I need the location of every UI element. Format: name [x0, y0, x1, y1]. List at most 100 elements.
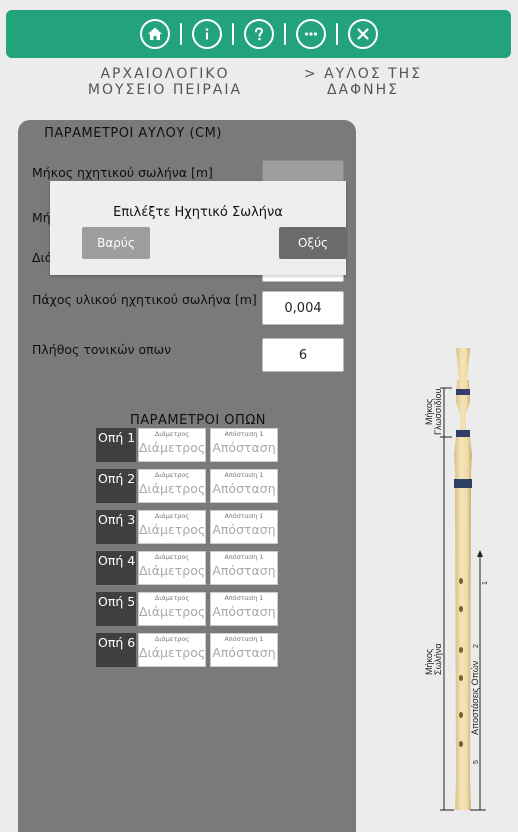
museum-line-2: ΜΟΥΣΕΙΟ ΠΕΙΡΑΙΑ [87, 82, 243, 98]
breadcrumb-current: > ΑΥΛΟΣ ΤΗΣ ΔΑΦΝΗΣ [288, 66, 438, 98]
hole-distance-input[interactable]: Απόσταση 1 Απόσταση [210, 428, 278, 462]
distance-placeholder: Απόσταση [212, 563, 276, 578]
distance-placeholder: Απόσταση [212, 440, 276, 455]
hole-diameter-input[interactable]: Διάμετρος Διάμετρος [138, 469, 206, 503]
diameter-caption: Διάμετρος [154, 512, 190, 520]
tick-label-2: 2 [473, 644, 480, 648]
arrow-up [477, 550, 483, 557]
distance-caption: Απόσταση 1 [224, 594, 264, 602]
hole-row: Οπή 2 Διάμετρος Διάμετρος Απόσταση 1 Από… [96, 469, 301, 505]
low-tube-button[interactable]: Βαρύς [82, 227, 150, 259]
current-line-1: > ΑΥΛΟΣ ΤΗΣ [303, 66, 423, 82]
diameter-caption: Διάμετρος [154, 635, 190, 643]
tube-length-label: Μήκος ηχητικού σωλήνα [m] [32, 165, 213, 180]
hole-5 [459, 712, 463, 718]
hole-row: Οπή 6 Διάμετρος Διάμετρος Απόσταση 1 Από… [96, 633, 301, 669]
more-button[interactable] [295, 19, 326, 49]
dialog-title: Επιλέξτε Ηχητικό Σωλήνα [113, 205, 283, 220]
diameter-placeholder: Διάμετρος [139, 563, 206, 578]
toolbar-separator [231, 23, 234, 45]
breadcrumb-museum[interactable]: ΑΡΧΑΙΟΛΟΓΙΚΟ ΜΟΥΣΕΙΟ ΠΕΙΡΑΙΑ [60, 66, 270, 98]
current-line-2: ΔΑΦΝΗΣ [326, 82, 400, 98]
hole-row: Οπή 4 Διάμετρος Διάμετρος Απόσταση 1 Από… [96, 551, 301, 587]
tick-label-5: 5 [473, 760, 480, 764]
help-button[interactable] [243, 19, 274, 49]
row2-label: Μή [32, 210, 51, 225]
hole-row: Οπή 3 Διάμετρος Διάμετρος Απόσταση 1 Από… [96, 510, 301, 546]
panel-title: ΠΑΡΑΜΕΤΡΟΙ ΑΥΛΟΥ (CM) [44, 126, 222, 141]
museum-line-1: ΑΡΧΑΙΟΛΟΓΙΚΟ [100, 66, 230, 82]
diameter-caption: Διάμετρος [154, 430, 190, 438]
toolbar-separator [179, 23, 182, 45]
info-button[interactable] [191, 19, 222, 49]
distance-caption: Απόσταση 1 [224, 471, 264, 479]
hole-6 [459, 741, 463, 747]
thickness-input[interactable]: 0,004 [262, 291, 344, 325]
hole-diameter-input[interactable]: Διάμετρος Διάμετρος [138, 592, 206, 626]
diameter-caption: Διάμετρος [154, 471, 190, 479]
close-icon [356, 28, 369, 40]
hole-label: Οπή 3 [96, 510, 136, 544]
hole-label: Οπή 6 [96, 633, 136, 667]
distance-caption: Απόσταση 1 [224, 635, 264, 643]
info-icon [205, 28, 208, 40]
distance-caption: Απόσταση 1 [224, 553, 264, 561]
high-tube-button[interactable]: Οξύς [279, 227, 347, 259]
hole-distance-input[interactable]: Απόσταση 1 Απόσταση [210, 551, 278, 585]
hole-3 [459, 647, 463, 653]
aulos-illustration: Μήκος Γλωσσιδίου Μήκος Σωλήνα Αποστάσεις… [424, 348, 489, 811]
hole-2 [459, 606, 463, 612]
band-1 [456, 389, 470, 395]
hole-distance-input[interactable]: Απόσταση 1 Απόσταση [210, 592, 278, 626]
holes-title: ΠΑΡΑΜΕΤΡΟΙ ΟΠΩΝ [130, 413, 266, 428]
distance-caption: Απόσταση 1 [224, 512, 264, 520]
hole-diameter-input[interactable]: Διάμετρος Διάμετρος [138, 428, 206, 462]
distance-placeholder: Απόσταση [212, 604, 276, 619]
diameter-placeholder: Διάμετρος [139, 481, 206, 496]
distances-label: Αποστάσεις Οπών [470, 660, 480, 735]
toolbar-separator [335, 23, 338, 45]
hole-label: Οπή 2 [96, 469, 136, 503]
hole-row: Οπή 1 Διάμετρος Διάμετρος Απόσταση 1 Από… [96, 428, 301, 464]
thickness-label: Πάχος υλικού ηχητικού σωλήνα [m] [32, 292, 257, 307]
diameter-placeholder: Διάμετρος [139, 440, 206, 455]
close-button[interactable] [347, 19, 378, 49]
hole-4 [459, 675, 463, 681]
hole-diameter-input[interactable]: Διάμετρος Διάμετρος [138, 551, 206, 585]
tonic-holes-input[interactable]: 6 [262, 338, 344, 372]
band-3 [454, 479, 472, 488]
band-2 [456, 430, 470, 437]
hole-distance-input[interactable]: Απόσταση 1 Απόσταση [210, 469, 278, 503]
hole-diameter-input[interactable]: Διάμετρος Διάμετρος [138, 510, 206, 544]
bulb-shape [454, 437, 472, 480]
toolbar-separator [283, 23, 286, 45]
diameter-placeholder: Διάμετρος [139, 604, 206, 619]
hole-row: Οπή 5 Διάμετρος Διάμετρος Απόσταση 1 Από… [96, 592, 301, 628]
hole-label: Οπή 4 [96, 551, 136, 585]
top-toolbar [6, 10, 511, 58]
aulos-diagram: Μήκος Γλωσσιδίου Μήκος Σωλήνα Αποστάσεις… [400, 340, 518, 820]
diameter-placeholder: Διάμετρος [139, 522, 206, 537]
hole-distance-input[interactable]: Απόσταση 1 Απόσταση [210, 633, 278, 667]
select-tube-dialog: Επιλέξτε Ηχητικό Σωλήνα Βαρύς Οξύς [50, 181, 347, 275]
tube-shape [455, 488, 471, 810]
mouthpiece-shape [456, 380, 470, 436]
tick-label-1: 1 [482, 581, 489, 585]
distance-placeholder: Απόσταση [212, 481, 276, 496]
diameter-placeholder: Διάμετρος [139, 645, 206, 660]
distance-placeholder: Απόσταση [212, 645, 276, 660]
help-icon [254, 27, 263, 41]
more-icon [304, 32, 317, 36]
mouthpiece-label-2: Γλωσσιδίου [433, 389, 443, 435]
home-button[interactable] [139, 19, 170, 49]
tonic-holes-label: Πλήθος τονικών οπων [32, 342, 172, 357]
tube-label-2: Σωλήνα [433, 643, 443, 675]
distance-caption: Απόσταση 1 [224, 430, 264, 438]
diameter-caption: Διάμετρος [154, 594, 190, 602]
hole-diameter-input[interactable]: Διάμετρος Διάμετρος [138, 633, 206, 667]
hole-1 [459, 578, 463, 584]
home-icon [147, 27, 162, 40]
hole-label: Οπή 1 [96, 428, 136, 462]
hole-distance-input[interactable]: Απόσταση 1 Απόσταση [210, 510, 278, 544]
distance-placeholder: Απόσταση [212, 522, 276, 537]
